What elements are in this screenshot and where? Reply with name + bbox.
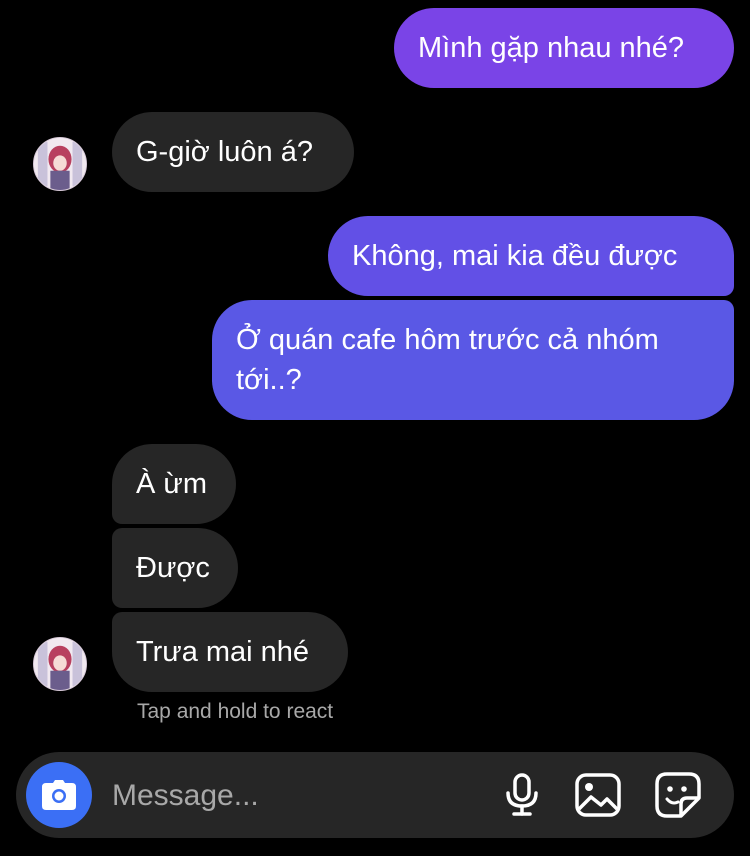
message-text: Mình gặp nhau nhé?: [418, 32, 685, 64]
react-hint: Tap and hold to react: [137, 700, 334, 723]
message-text: Được: [136, 552, 210, 584]
incoming-message[interactable]: À ừm: [112, 444, 236, 524]
outgoing-message[interactable]: Ở quán cafe hôm trước cả nhóm tới..?: [212, 300, 734, 420]
message-input[interactable]: [112, 774, 472, 818]
sticker-button[interactable]: [654, 771, 702, 819]
microphone-icon: [506, 773, 538, 816]
contact-avatar[interactable]: [33, 137, 87, 191]
message-text: À ừm: [136, 468, 207, 500]
gallery-icon: [575, 773, 621, 817]
message-composer: [16, 752, 734, 838]
chat-thread: Mình gặp nhau nhé? G-giờ luôn á? Không, …: [0, 0, 750, 856]
incoming-message[interactable]: G-giờ luôn á?: [112, 112, 354, 192]
outgoing-message[interactable]: Không, mai kia đều được: [328, 216, 734, 296]
avatar-image: [34, 138, 86, 190]
camera-icon: [42, 780, 76, 810]
voice-message-button[interactable]: [498, 771, 546, 819]
gallery-button[interactable]: [574, 771, 622, 819]
incoming-message[interactable]: Được: [112, 528, 238, 608]
avatar-image: [34, 638, 86, 690]
contact-avatar[interactable]: [33, 637, 87, 691]
sticker-icon: [655, 772, 701, 818]
message-text: Không, mai kia đều được: [352, 240, 678, 272]
camera-button[interactable]: [26, 762, 92, 828]
message-text: Trưa mai nhé: [136, 636, 310, 668]
message-text: Ở quán cafe hôm trước cả nhóm tới..?: [236, 324, 659, 396]
incoming-message[interactable]: Trưa mai nhé: [112, 612, 348, 692]
message-text: G-giờ luôn á?: [136, 136, 314, 168]
outgoing-message[interactable]: Mình gặp nhau nhé?: [394, 8, 734, 88]
